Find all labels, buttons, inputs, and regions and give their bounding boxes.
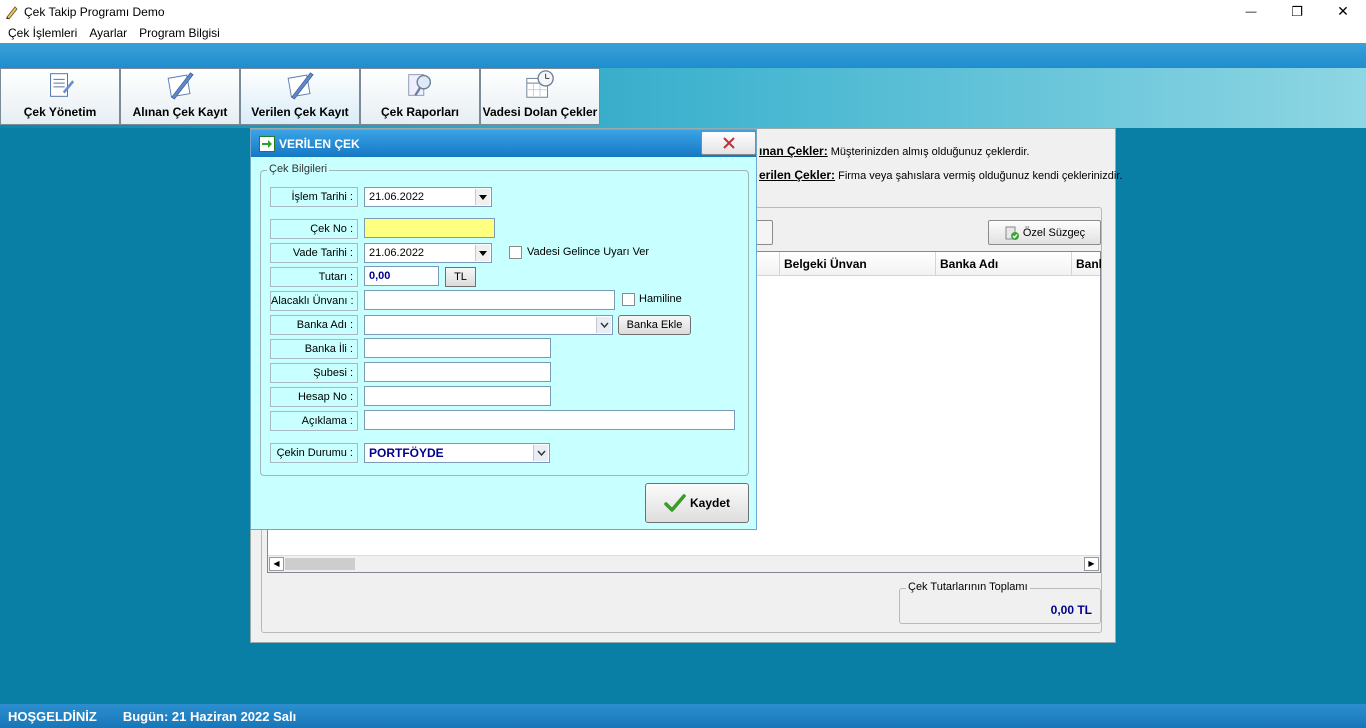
toolbar-vadesi-dolan-cekler-button[interactable]: Vadesi Dolan Çekler <box>480 68 600 125</box>
close-icon <box>722 137 735 149</box>
banka-adi-select[interactable] <box>364 315 613 335</box>
cek-no-label: Çek No : <box>270 219 358 239</box>
report-search-icon <box>408 74 432 96</box>
toolbar-alinan-cek-kayit-button[interactable]: Alınan Çek Kayıt <box>120 68 240 125</box>
kaydet-label: Kaydet <box>689 496 730 510</box>
calendar-clock-icon <box>526 70 554 98</box>
header-strip <box>0 43 1366 68</box>
vade-tarihi-label: Vade Tarihi : <box>270 243 358 263</box>
total-box: Çek Tutarlarının Toplamı 0,00 TL <box>899 581 1101 624</box>
scroll-right-icon[interactable]: ▶ <box>1084 557 1099 571</box>
pen-document-icon <box>167 72 194 100</box>
menu-program-bilgisi[interactable]: Program Bilgisi <box>133 26 226 40</box>
hamiline-checkbox[interactable] <box>622 293 635 306</box>
status-bar: HOŞGELDİNİZ Bugün: 21 Haziran 2022 Salı <box>0 704 1366 728</box>
column-header-banka-adi[interactable]: Banka Adı <box>935 252 1071 276</box>
menu-cek-islemleri[interactable]: Çek İşlemleri <box>2 26 83 40</box>
toolbar-verilen-cek-kayit-button[interactable]: Verilen Çek Kayıt <box>240 68 360 125</box>
legend-verilen-title: erilen Çekler: <box>759 168 836 182</box>
subesi-input[interactable] <box>364 362 551 382</box>
legend-verilen: erilen Çekler: Firma veya şahıslara verm… <box>759 168 1122 182</box>
ozel-suzgec-button[interactable]: Özel Süzgeç <box>988 220 1101 245</box>
chevron-down-icon[interactable] <box>533 445 548 461</box>
hesap-no-input[interactable] <box>364 386 551 406</box>
toolbar-cek-yonetim-button[interactable]: Çek Yönetim <box>0 68 120 125</box>
close-icon: ✕ <box>1337 3 1349 19</box>
banka-ili-input[interactable] <box>364 338 551 358</box>
banka-ekle-button[interactable]: Banka Ekle <box>618 315 691 335</box>
toolbar: Çek Yönetim Alınan Çek Kayıt Verilen Çek… <box>0 68 600 126</box>
toolbar-label: Çek Yönetim <box>23 105 97 119</box>
restore-icon: ❐ <box>1291 3 1303 19</box>
kaydet-button[interactable]: Kaydet <box>645 483 749 523</box>
app-pen-icon <box>6 5 18 20</box>
tutari-input[interactable]: 0,00 <box>364 266 439 286</box>
toolbar-label: Vadesi Dolan Çekler <box>482 105 598 119</box>
legend-alinan-text: Müşterinizden almış olduğunuz çeklerdir. <box>830 146 1030 158</box>
currency-button[interactable]: TL <box>445 267 476 287</box>
toolbar-label: Çek Raporları <box>380 105 460 119</box>
aciklama-input[interactable] <box>364 410 735 430</box>
alacakli-unvani-input[interactable] <box>364 290 615 310</box>
vade-tarihi-value: 21.06.2022 <box>369 247 425 259</box>
menu-bar: Çek İşlemleri Ayarlar Program Bilgisi <box>0 23 1366 43</box>
vade-tarihi-picker[interactable]: 21.06.2022 <box>364 243 492 263</box>
vade-uyari-checkbox[interactable] <box>509 246 522 259</box>
dialog-close-button[interactable] <box>701 131 756 155</box>
checkmark-icon <box>664 494 686 512</box>
cekin-durumu-value: PORTFÖYDE <box>369 446 444 460</box>
close-window-button[interactable]: ✕ <box>1320 0 1366 23</box>
group-caption: Çek Bilgileri <box>267 163 330 175</box>
tutari-label: Tutarı : <box>270 267 358 287</box>
toolbar-label: Alınan Çek Kayıt <box>132 105 228 119</box>
toolbar-label: Verilen Çek Kayıt <box>251 105 349 119</box>
alacakli-unvani-label: Alacaklı Ünvanı : <box>270 291 358 311</box>
horizontal-scrollbar[interactable]: ◀ ▶ <box>268 555 1100 572</box>
vade-uyari-label: Vadesi Gelince Uyarı Ver <box>527 246 650 258</box>
restore-button[interactable]: ❐ <box>1274 0 1320 23</box>
filter-icon <box>1005 226 1019 240</box>
status-welcome: HOŞGELDİNİZ <box>8 708 97 724</box>
document-icon <box>50 73 75 97</box>
aciklama-label: Açıklama : <box>270 411 358 431</box>
cekin-durumu-select[interactable]: PORTFÖYDE <box>364 443 550 463</box>
window-title-bar: Çek Takip Programı Demo — ❐ ✕ <box>0 0 1366 23</box>
legend-alinan-title: ınan Çekler: <box>759 144 828 158</box>
islem-tarihi-value: 21.06.2022 <box>369 191 425 203</box>
chevron-down-icon[interactable] <box>596 317 611 333</box>
window-title: Çek Takip Programı Demo <box>24 4 165 19</box>
islem-tarihi-label: İşlem Tarihi : <box>270 187 358 207</box>
hamiline-label: Hamiline <box>639 293 682 305</box>
dialog-title-bar: VERİLEN ÇEK <box>251 130 756 157</box>
minimize-button[interactable]: — <box>1228 0 1274 23</box>
column-header-banka[interactable]: Banl <box>1071 252 1101 276</box>
dialog-title: VERİLEN ÇEK <box>279 136 360 151</box>
chevron-down-icon[interactable] <box>475 245 490 261</box>
scroll-left-icon[interactable]: ◀ <box>269 557 284 571</box>
legend-verilen-text: Firma veya şahıslara vermiş olduğunuz ke… <box>838 170 1123 182</box>
toolbar-cek-raporlari-button[interactable]: Çek Raporları <box>360 68 480 125</box>
banka-ili-label: Banka İli : <box>270 339 358 359</box>
hesap-no-label: Hesap No : <box>270 387 358 407</box>
chevron-down-icon[interactable] <box>475 189 490 205</box>
subesi-label: Şubesi : <box>270 363 358 383</box>
verilen-cek-dialog: VERİLEN ÇEK Çek Bilgileri İşlem Tarihi :… <box>250 129 757 530</box>
scroll-thumb[interactable] <box>285 558 355 570</box>
total-value: 0,00 TL <box>1050 603 1092 617</box>
arrow-right-icon <box>259 135 275 152</box>
column-header-belgeki-unvan[interactable]: Belgeki Ünvan <box>779 252 935 276</box>
legend-alinan: ınan Çekler: Müşterinizden almış olduğun… <box>759 144 1029 158</box>
pen-document-icon <box>287 72 314 100</box>
islem-tarihi-picker[interactable]: 21.06.2022 <box>364 187 492 207</box>
status-today: Bugün: 21 Haziran 2022 Salı <box>122 708 297 724</box>
cek-no-input[interactable] <box>364 218 495 238</box>
cekin-durumu-label: Çekin Durumu : <box>270 443 358 463</box>
ozel-suzgec-label: Özel Süzgeç <box>1022 226 1086 239</box>
minimize-icon: — <box>1245 5 1257 18</box>
banka-adi-label: Banka Adı : <box>270 315 358 335</box>
total-caption: Çek Tutarlarının Toplamı <box>906 581 1030 593</box>
menu-ayarlar[interactable]: Ayarlar <box>83 26 133 40</box>
